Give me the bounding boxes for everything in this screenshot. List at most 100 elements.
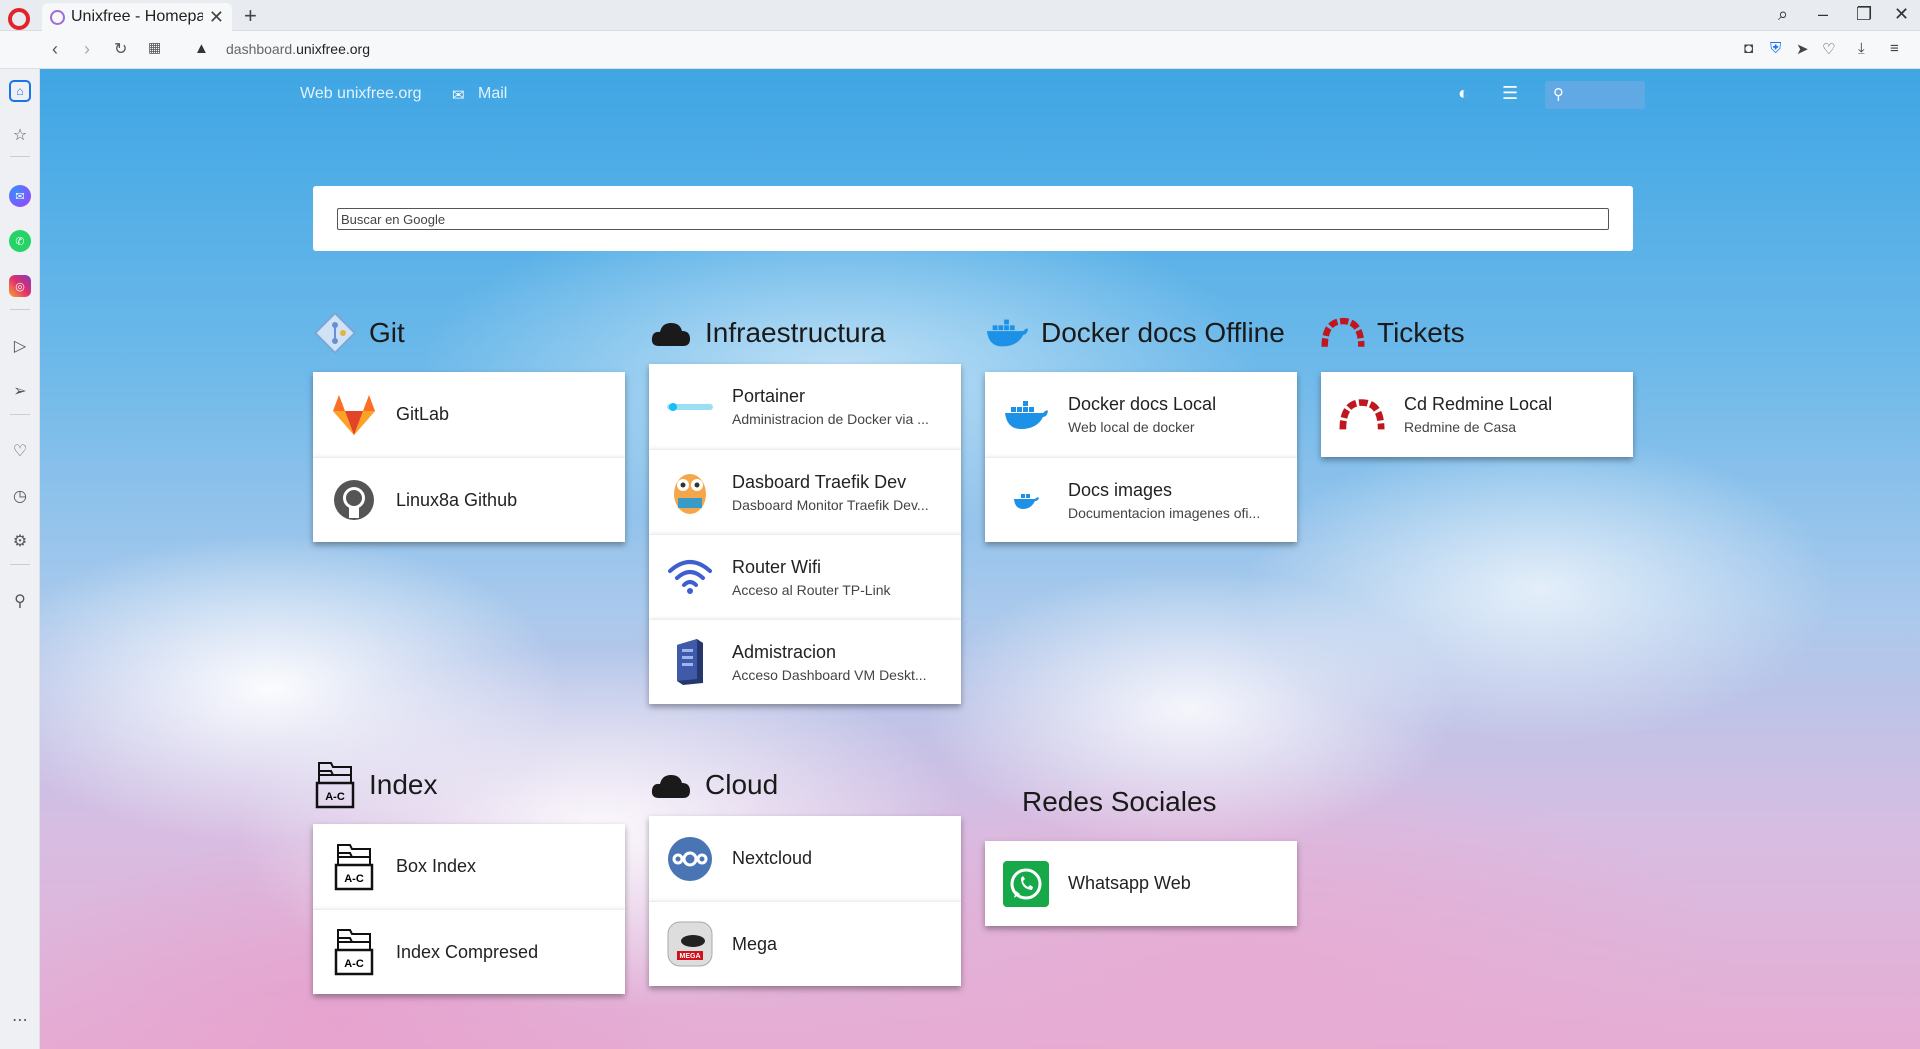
google-search-panel [313, 186, 1633, 251]
card-box-index[interactable]: A-C Box Index [313, 824, 625, 909]
url-field[interactable]: dashboard.unixfree.org [226, 41, 370, 57]
group-header: Git [313, 304, 625, 362]
group-header: Redes Sociales [985, 773, 1297, 831]
close-window-icon[interactable]: ✕ [1894, 4, 1909, 25]
tab-unixfree[interactable]: Unixfree - Homepage ✕ [42, 3, 232, 31]
close-tab-icon[interactable]: ✕ [209, 7, 224, 28]
reload-icon[interactable]: ↻ [114, 39, 127, 59]
card-admistracion[interactable]: Admistracion Acceso Dashboard VM Deskt..… [649, 619, 961, 704]
theme-toggle-icon[interactable]: ◐ [1458, 83, 1469, 104]
mega-icon-label: MEGA [680, 953, 701, 960]
minimize-icon[interactable]: – [1818, 4, 1828, 25]
card-traefik[interactable]: Dasboard Traefik Dev Dasboard Monitor Tr… [649, 449, 961, 534]
card-mega[interactable]: MEGA Mega [649, 901, 961, 986]
card-whatsapp-web[interactable]: Whatsapp Web [985, 841, 1297, 926]
easy-setup-icon[interactable]: ≡ [1890, 40, 1899, 57]
card-subtitle: Acceso al Router TP-Link [732, 581, 891, 598]
card-title: Docs images [1068, 479, 1173, 500]
card-subtitle: Web local de docker [1068, 419, 1195, 435]
send-icon[interactable]: ➤ [1796, 40, 1809, 58]
flow-send-icon[interactable]: ➢ [9, 380, 31, 402]
opera-menu-icon[interactable] [8, 8, 30, 30]
portainer-icon [667, 384, 713, 430]
not-secure-warning-icon[interactable]: ▲ [194, 40, 209, 57]
group-header: Cloud [649, 756, 961, 814]
search-icon: ⚲ [1553, 86, 1564, 103]
search-tabs-icon[interactable]: ⌕ [1778, 4, 1788, 25]
mail-link[interactable]: Mail [478, 85, 507, 103]
card-subtitle: Dasboard Monitor Traefik Dev... [732, 496, 929, 513]
card-subtitle: Acceso Dashboard VM Deskt... [732, 666, 927, 683]
group-header: Tickets [1321, 304, 1633, 362]
card-title: Docker docs Local [1068, 394, 1217, 414]
forward-icon[interactable]: › [84, 39, 90, 60]
tab-title: Unixfree - Homepage [71, 8, 203, 25]
gitlab-icon [331, 392, 377, 438]
back-icon[interactable]: ‹ [52, 39, 58, 60]
web-link[interactable]: Web unixfree.org [300, 85, 422, 103]
group-header: Docker docs Offline [985, 304, 1297, 362]
dashboard-page: Web unixfree.org ✉ Mail ◐ ☰ ⚲ Git GitLab [40, 69, 1920, 1049]
card-linux8a-github[interactable]: Linux8a Github [313, 457, 625, 542]
card-title: Box Index [396, 856, 477, 876]
instagram-icon[interactable]: ◎ [9, 275, 31, 297]
group-git: Git GitLab Linux8a Github [313, 304, 625, 542]
cloud-icon [649, 311, 693, 355]
redmine-icon [1321, 311, 1365, 355]
group-title: Tickets [1377, 317, 1465, 348]
layout-list-icon[interactable]: ☰ [1502, 83, 1518, 104]
sidebar-divider [10, 414, 30, 415]
cloud-icon [649, 763, 693, 807]
card-title: Mega [732, 933, 778, 954]
card-gitlab[interactable]: GitLab [313, 372, 625, 457]
dashboard-search-input[interactable]: ⚲ [1545, 81, 1645, 109]
server-icon [667, 639, 713, 685]
tabs-grid-icon[interactable]: ▦ [148, 39, 161, 56]
restore-icon[interactable]: ❐ [1856, 4, 1872, 25]
group-redes-sociales: Redes Sociales Whatsapp Web [985, 773, 1297, 926]
group-tickets: Tickets Cd Redmine Local Redmine de Casa [1321, 304, 1633, 457]
adblock-shield-icon[interactable]: ⛨ [1770, 40, 1781, 57]
history-clock-icon[interactable]: ◷ [9, 485, 31, 507]
bookmark-heart-icon[interactable]: ♡ [1822, 40, 1835, 58]
card-docs-images[interactable]: Docs images Documentacion imagenes ofi..… [985, 457, 1297, 542]
group-docker-docs: Docker docs Offline Docker docs Local We… [985, 304, 1297, 542]
card-router-wifi[interactable]: Router Wifi Acceso al Router TP-Link [649, 534, 961, 619]
traefik-gopher-icon [667, 469, 713, 515]
group-title: Redes Sociales [1022, 786, 1217, 817]
sidebar-divider [10, 564, 30, 565]
bookmarks-heart-icon[interactable]: ♡ [9, 440, 31, 462]
mega-icon: MEGA [667, 921, 713, 967]
top-navigation: Web unixfree.org ✉ Mail ◐ ☰ ⚲ [40, 69, 1920, 125]
card-title: Linux8a Github [396, 489, 518, 510]
card-cd-redmine-local[interactable]: Cd Redmine Local Redmine de Casa [1321, 372, 1633, 457]
tab-favicon-icon [50, 9, 65, 25]
new-tab-button[interactable]: + [244, 3, 257, 29]
index-folder-icon: A-C [313, 762, 357, 809]
card-title: Nextcloud [732, 848, 813, 868]
google-search-input[interactable] [337, 208, 1609, 230]
messenger-icon[interactable]: ✉ [9, 185, 31, 207]
url-prefix: dashboard. [226, 41, 297, 57]
card-docker-docs-local[interactable]: Docker docs Local Web local de docker [985, 372, 1297, 457]
sidebar-divider [10, 156, 30, 157]
whatsapp-sidebar-icon[interactable]: ✆ [9, 230, 31, 252]
home-icon[interactable]: ⌂ [9, 80, 31, 102]
speed-dial-icon[interactable]: ☆ [9, 124, 31, 146]
group-title: Git [369, 317, 405, 348]
nextcloud-icon [667, 836, 713, 882]
tips-lightbulb-icon[interactable]: ⚲ [9, 590, 31, 612]
settings-gear-icon[interactable]: ⚙ [9, 530, 31, 552]
group-infraestructura: Infraestructura Portainer Administracion… [649, 304, 961, 704]
more-dots-icon[interactable]: ⋯ [9, 1009, 31, 1031]
card-title: Portainer [732, 386, 806, 406]
card-portainer[interactable]: Portainer Administracion de Docker via .… [649, 364, 961, 449]
whatsapp-icon [1003, 860, 1049, 907]
snapshot-icon[interactable]: ◘ [1744, 40, 1753, 57]
download-icon[interactable]: ⤓ [1858, 40, 1865, 57]
card-index-compresed[interactable]: A-C Index Compresed [313, 909, 625, 994]
index-icon-label: A-C [344, 873, 364, 885]
mail-envelope-icon: ✉ [452, 87, 465, 104]
card-nextcloud[interactable]: Nextcloud [649, 816, 961, 901]
player-icon[interactable]: ▷ [9, 335, 31, 357]
